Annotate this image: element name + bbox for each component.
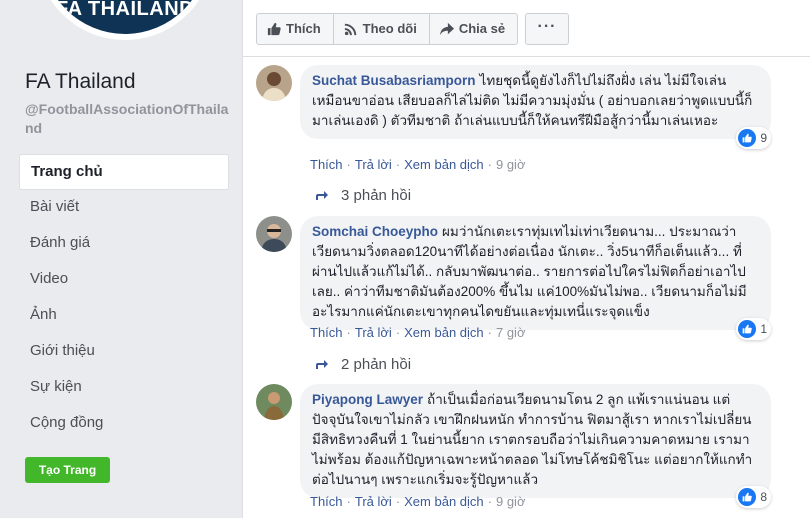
like-page-label: Thích (286, 21, 321, 36)
nav-item-community[interactable]: Cộng đồng (19, 406, 229, 442)
comment-bubble: Piyapong Lawyer ถ้าเป็นเมื่อก่อนเวียดนามโ… (300, 384, 771, 508)
reply-arrow-icon (316, 359, 328, 369)
reaction-number: 8 (760, 490, 767, 504)
comment-like-link[interactable]: Thích (310, 494, 343, 509)
comment-timestamp[interactable]: 9 giờ (496, 157, 526, 172)
comment-like-link[interactable]: Thích (310, 157, 343, 172)
follow-page-button[interactable]: Theo dõi (334, 14, 430, 44)
action-button-group: Thích Theo dõi Chia sẻ (256, 13, 519, 45)
thumb-up-icon (267, 22, 281, 36)
nav-item-events[interactable]: Sự kiện (19, 370, 229, 406)
view-replies-link[interactable]: 3 phản hồi (316, 187, 411, 204)
like-reaction-icon (738, 488, 757, 506)
comment-timestamp[interactable]: 7 giờ (496, 325, 526, 340)
main-content: Thích Theo dõi Chia sẻ ··· Suchat Busaba… (242, 0, 810, 518)
commenter-name[interactable]: Suchat Busabasriamporn (312, 73, 476, 88)
nav-item-home[interactable]: Trang chủ (19, 154, 229, 190)
avatar[interactable] (256, 384, 292, 420)
nav-item-videos[interactable]: Video (19, 262, 229, 298)
nav-item-reviews[interactable]: Đánh giá (19, 226, 229, 262)
comment-reply-link[interactable]: Trả lời (355, 325, 392, 340)
page-name[interactable]: FA Thailand (25, 70, 136, 94)
like-reaction-icon (738, 320, 757, 338)
comment-translate-link[interactable]: Xem bản dịch (404, 494, 484, 509)
comment-like-link[interactable]: Thích (310, 325, 343, 340)
nav-item-photos[interactable]: Ảnh (19, 298, 229, 334)
page-action-bar: Thích Theo dõi Chia sẻ ··· (243, 0, 810, 57)
more-options-button[interactable]: ··· (525, 13, 569, 45)
comment-meta: Thích · Trả lời · Xem bản dịch · 7 giờ (310, 325, 526, 340)
view-replies-link[interactable]: 2 phản hồi (316, 356, 411, 373)
reply-arrow-icon (316, 190, 328, 200)
comment-bubble: Suchat Busabasriamporn ไทยชุดนี้ดูยังไงก็… (300, 65, 771, 149)
share-page-label: Chia sẻ (458, 21, 506, 36)
page-handle[interactable]: @FootballAssociationOfThailand (25, 100, 230, 138)
logo-badge: FA THAILAND (42, 0, 208, 34)
commenter-name[interactable]: Somchai Choeypho (312, 224, 438, 239)
replies-count: 2 phản hồi (341, 356, 412, 373)
avatar[interactable] (256, 65, 292, 101)
comment-meta: Thích · Trả lời · Xem bản dịch · 9 giờ (310, 494, 526, 509)
follow-page-label: Theo dõi (362, 21, 417, 36)
comment-meta: Thích · Trả lời · Xem bản dịch · 9 giờ (310, 157, 526, 172)
reaction-count[interactable]: 1 (736, 318, 771, 340)
comment-translate-link[interactable]: Xem bản dịch (404, 325, 484, 340)
comment-reply-link[interactable]: Trả lời (355, 494, 392, 509)
comment-bubble: Somchai Choeypho ผมว่านักเตะเราทุ่มเทไม่เ… (300, 216, 771, 340)
like-reaction-icon (738, 129, 757, 147)
nav-item-about[interactable]: Giới thiệu (19, 334, 229, 370)
reaction-count[interactable]: 9 (736, 127, 771, 149)
avatar[interactable] (256, 216, 292, 252)
page-logo[interactable]: FA THAILAND (36, 0, 214, 40)
share-page-button[interactable]: Chia sẻ (430, 14, 517, 44)
page-nav: Trang chủ Bài viết Đánh giá Video Ảnh Gi… (19, 154, 229, 442)
comment-reply-link[interactable]: Trả lời (355, 157, 392, 172)
logo-text: FA THAILAND (56, 0, 195, 20)
create-page-button[interactable]: Tạo Trang (25, 457, 110, 483)
like-page-button[interactable]: Thích (257, 14, 334, 44)
nav-item-posts[interactable]: Bài viết (19, 190, 229, 226)
rss-follow-icon (344, 23, 356, 36)
comment-timestamp[interactable]: 9 giờ (496, 494, 526, 509)
reaction-number: 9 (760, 131, 767, 145)
replies-count: 3 phản hồi (341, 187, 412, 204)
commenter-name[interactable]: Piyapong Lawyer (312, 392, 423, 407)
comment-translate-link[interactable]: Xem bản dịch (404, 157, 484, 172)
left-sidebar: FA THAILAND FA Thailand @FootballAssocia… (0, 0, 240, 518)
share-arrow-icon (439, 22, 454, 36)
reaction-count[interactable]: 8 (736, 486, 771, 508)
reaction-number: 1 (760, 322, 767, 336)
